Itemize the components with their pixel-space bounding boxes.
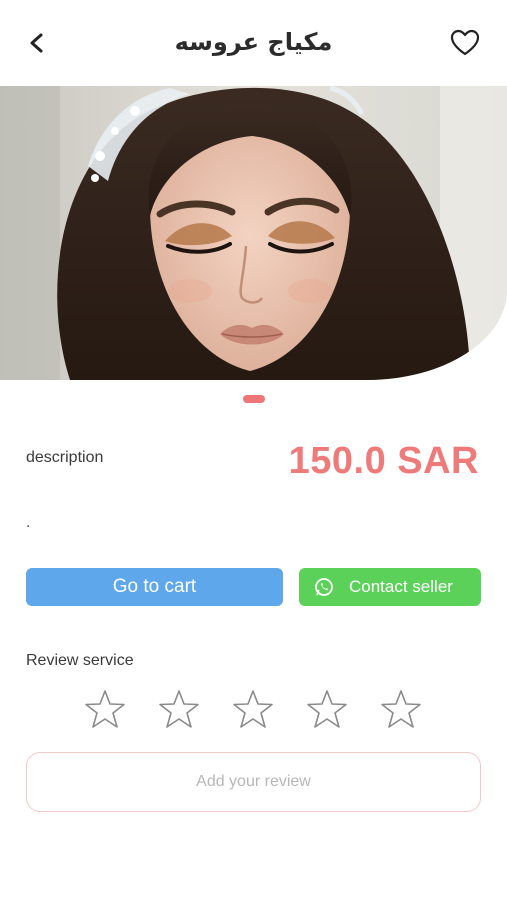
bride-makeup-photo <box>0 86 507 380</box>
description-text: . <box>26 514 31 531</box>
star-icon[interactable] <box>84 688 126 730</box>
contact-seller-label: Contact seller <box>349 577 453 596</box>
review-service-label: Review service <box>26 652 134 669</box>
carousel-indicator[interactable] <box>243 395 265 403</box>
product-image[interactable] <box>0 86 507 380</box>
contact-seller-button[interactable]: Contact seller <box>299 568 481 606</box>
app-header: مكياج عروسه <box>0 0 507 86</box>
star-icon[interactable] <box>306 688 348 730</box>
star-icon[interactable] <box>158 688 200 730</box>
heart-outline-icon <box>450 29 480 56</box>
price: 150.0 SAR <box>288 440 479 482</box>
star-rating[interactable] <box>84 688 424 730</box>
add-review-button[interactable]: Add your review <box>26 752 481 812</box>
favorite-button[interactable] <box>449 28 481 58</box>
go-to-cart-button[interactable]: Go to cart <box>26 568 283 606</box>
star-icon[interactable] <box>380 688 422 730</box>
star-icon[interactable] <box>232 688 274 730</box>
whatsapp-icon <box>315 578 333 596</box>
page-title: مكياج عروسه <box>174 28 333 56</box>
description-label: description <box>26 449 104 466</box>
